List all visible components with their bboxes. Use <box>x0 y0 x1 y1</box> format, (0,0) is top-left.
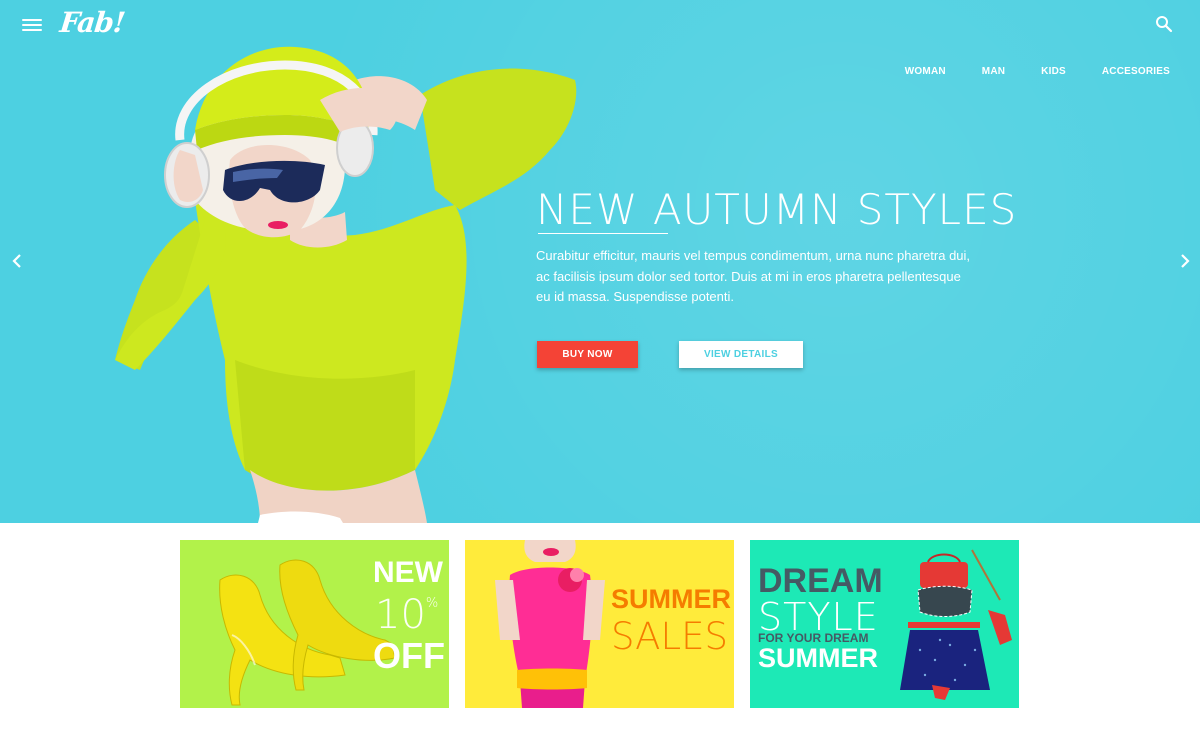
view-details-button[interactable]: VIEW DETAILS <box>679 341 803 368</box>
hero-slider: Fab! WOMAN MAN KIDS ACCESORIES NEW AUTUM… <box>0 0 1200 523</box>
menu-icon[interactable] <box>22 16 42 32</box>
promo-card-dream-style[interactable]: DREAM STYLE FOR YOUR DREAM SUMMER <box>750 540 1019 708</box>
promo-card-summer-sales[interactable]: SUMMER SALES <box>465 540 734 708</box>
logo[interactable]: Fab! <box>58 6 126 39</box>
outfit-flatlay-image <box>900 549 1012 700</box>
chevron-left-icon[interactable] <box>10 252 24 270</box>
buy-now-button[interactable]: BUY NOW <box>537 341 638 368</box>
main-nav: WOMAN MAN KIDS ACCESORIES <box>869 66 1170 77</box>
hero-title-underline <box>538 233 668 234</box>
promo-new-label: NEW <box>373 556 443 589</box>
hero-description: Curabitur efficitur, mauris vel tempus c… <box>536 248 971 304</box>
promo-card-new-10-off[interactable]: NEW 10% OFF <box>180 540 449 708</box>
hero-model-image <box>115 46 577 523</box>
promo-sales-label: SALES <box>611 615 728 658</box>
search-icon[interactable] <box>1155 15 1173 33</box>
promo-summer-label: SUMMER <box>611 584 731 614</box>
nav-item-kids[interactable]: KIDS <box>1041 66 1066 77</box>
nav-item-man[interactable]: MAN <box>982 66 1005 77</box>
hero-title: NEW AUTUMN STYLES <box>536 185 1018 234</box>
promo-off-label: OFF <box>373 635 445 676</box>
chevron-right-icon[interactable] <box>1178 252 1192 270</box>
nav-item-woman[interactable]: WOMAN <box>905 66 946 77</box>
promo-percent-label: 10% <box>375 592 439 638</box>
nav-item-accesories[interactable]: ACCESORIES <box>1102 66 1170 77</box>
